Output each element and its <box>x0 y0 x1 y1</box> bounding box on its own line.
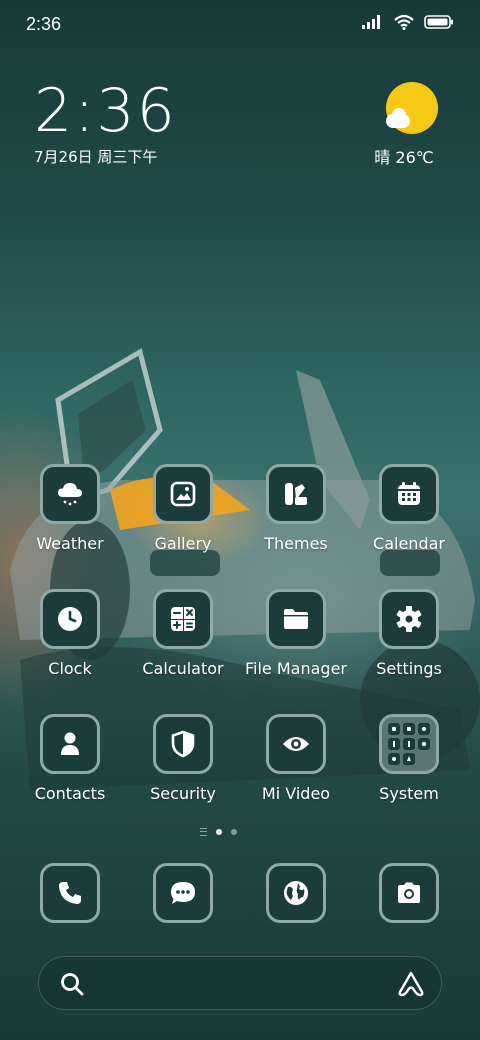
clock-icon <box>40 589 100 649</box>
app-label: Settings <box>376 659 442 678</box>
app-calendar[interactable]: Calendar <box>354 464 464 553</box>
themes-icon <box>266 464 326 524</box>
app-drawer-indicator <box>200 828 207 836</box>
app-calculator[interactable]: Calculator <box>128 589 238 678</box>
weather-widget[interactable]: 晴 26℃ <box>364 82 444 168</box>
wifi-icon <box>394 14 414 30</box>
shield-icon <box>153 714 213 774</box>
dock-messages[interactable] <box>128 863 238 923</box>
gear-icon <box>379 589 439 649</box>
eye-icon <box>266 714 326 774</box>
status-time: 2:36 <box>26 14 62 34</box>
app-mi-video[interactable]: Mi Video <box>241 714 351 803</box>
app-security[interactable]: Security <box>128 714 238 803</box>
chat-icon <box>153 863 213 923</box>
app-label: Security <box>150 784 216 803</box>
clock-widget-date: 7月26日 周三下午 <box>34 148 158 166</box>
status-bar: 2:36 <box>0 0 480 50</box>
app-label: Mi Video <box>261 784 331 803</box>
app-label: Themes <box>264 534 328 553</box>
weather-condition: 晴 <box>374 148 391 167</box>
search-icon[interactable] <box>59 971 85 997</box>
phone-icon <box>40 863 100 923</box>
calendar-icon <box>379 464 439 524</box>
status-icons <box>362 14 454 30</box>
signal-icon <box>362 15 380 29</box>
weather-icon <box>40 464 100 524</box>
app-label: Contacts <box>34 784 106 803</box>
page-dot <box>231 829 237 835</box>
dock-phone[interactable] <box>15 863 125 923</box>
app-file-manager[interactable]: File Manager <box>241 589 351 678</box>
folder-grid-icon <box>379 714 439 774</box>
app-gallery[interactable]: Gallery <box>128 464 238 553</box>
clock-widget[interactable]: 2:36 7月26日 周三下午 <box>34 78 177 167</box>
gallery-icon <box>153 464 213 524</box>
page-dot-active <box>216 829 222 835</box>
clock-widget-time: 2:36 <box>34 76 177 146</box>
camera-icon <box>379 863 439 923</box>
weather-text: 晴 26℃ <box>364 144 444 168</box>
page-indicator[interactable] <box>200 828 237 836</box>
dock-camera[interactable] <box>354 863 464 923</box>
app-label: Weather <box>36 534 104 553</box>
app-label: Calendar <box>373 534 445 553</box>
battery-icon <box>424 15 453 29</box>
assistant-icon[interactable] <box>397 970 425 998</box>
app-label: Calculator <box>142 659 224 678</box>
app-label: Clock <box>48 659 92 678</box>
app-clock[interactable]: Clock <box>15 589 125 678</box>
app-contacts[interactable]: Contacts <box>15 714 125 803</box>
app-themes[interactable]: Themes <box>241 464 351 553</box>
search-bar[interactable] <box>38 956 442 1010</box>
app-label: File Manager <box>245 659 347 678</box>
app-weather[interactable]: Weather <box>15 464 125 553</box>
calculator-icon <box>153 589 213 649</box>
sunny-cloud-icon <box>386 82 438 134</box>
cloud-icon <box>386 108 410 128</box>
weather-temperature: 26℃ <box>395 148 434 167</box>
dock-browser[interactable] <box>241 863 351 923</box>
app-label: System <box>379 784 439 803</box>
globe-icon <box>266 863 326 923</box>
app-label: Gallery <box>154 534 212 553</box>
folder-icon <box>266 589 326 649</box>
app-settings[interactable]: Settings <box>354 589 464 678</box>
person-icon <box>40 714 100 774</box>
app-system-folder[interactable]: System <box>354 714 464 803</box>
